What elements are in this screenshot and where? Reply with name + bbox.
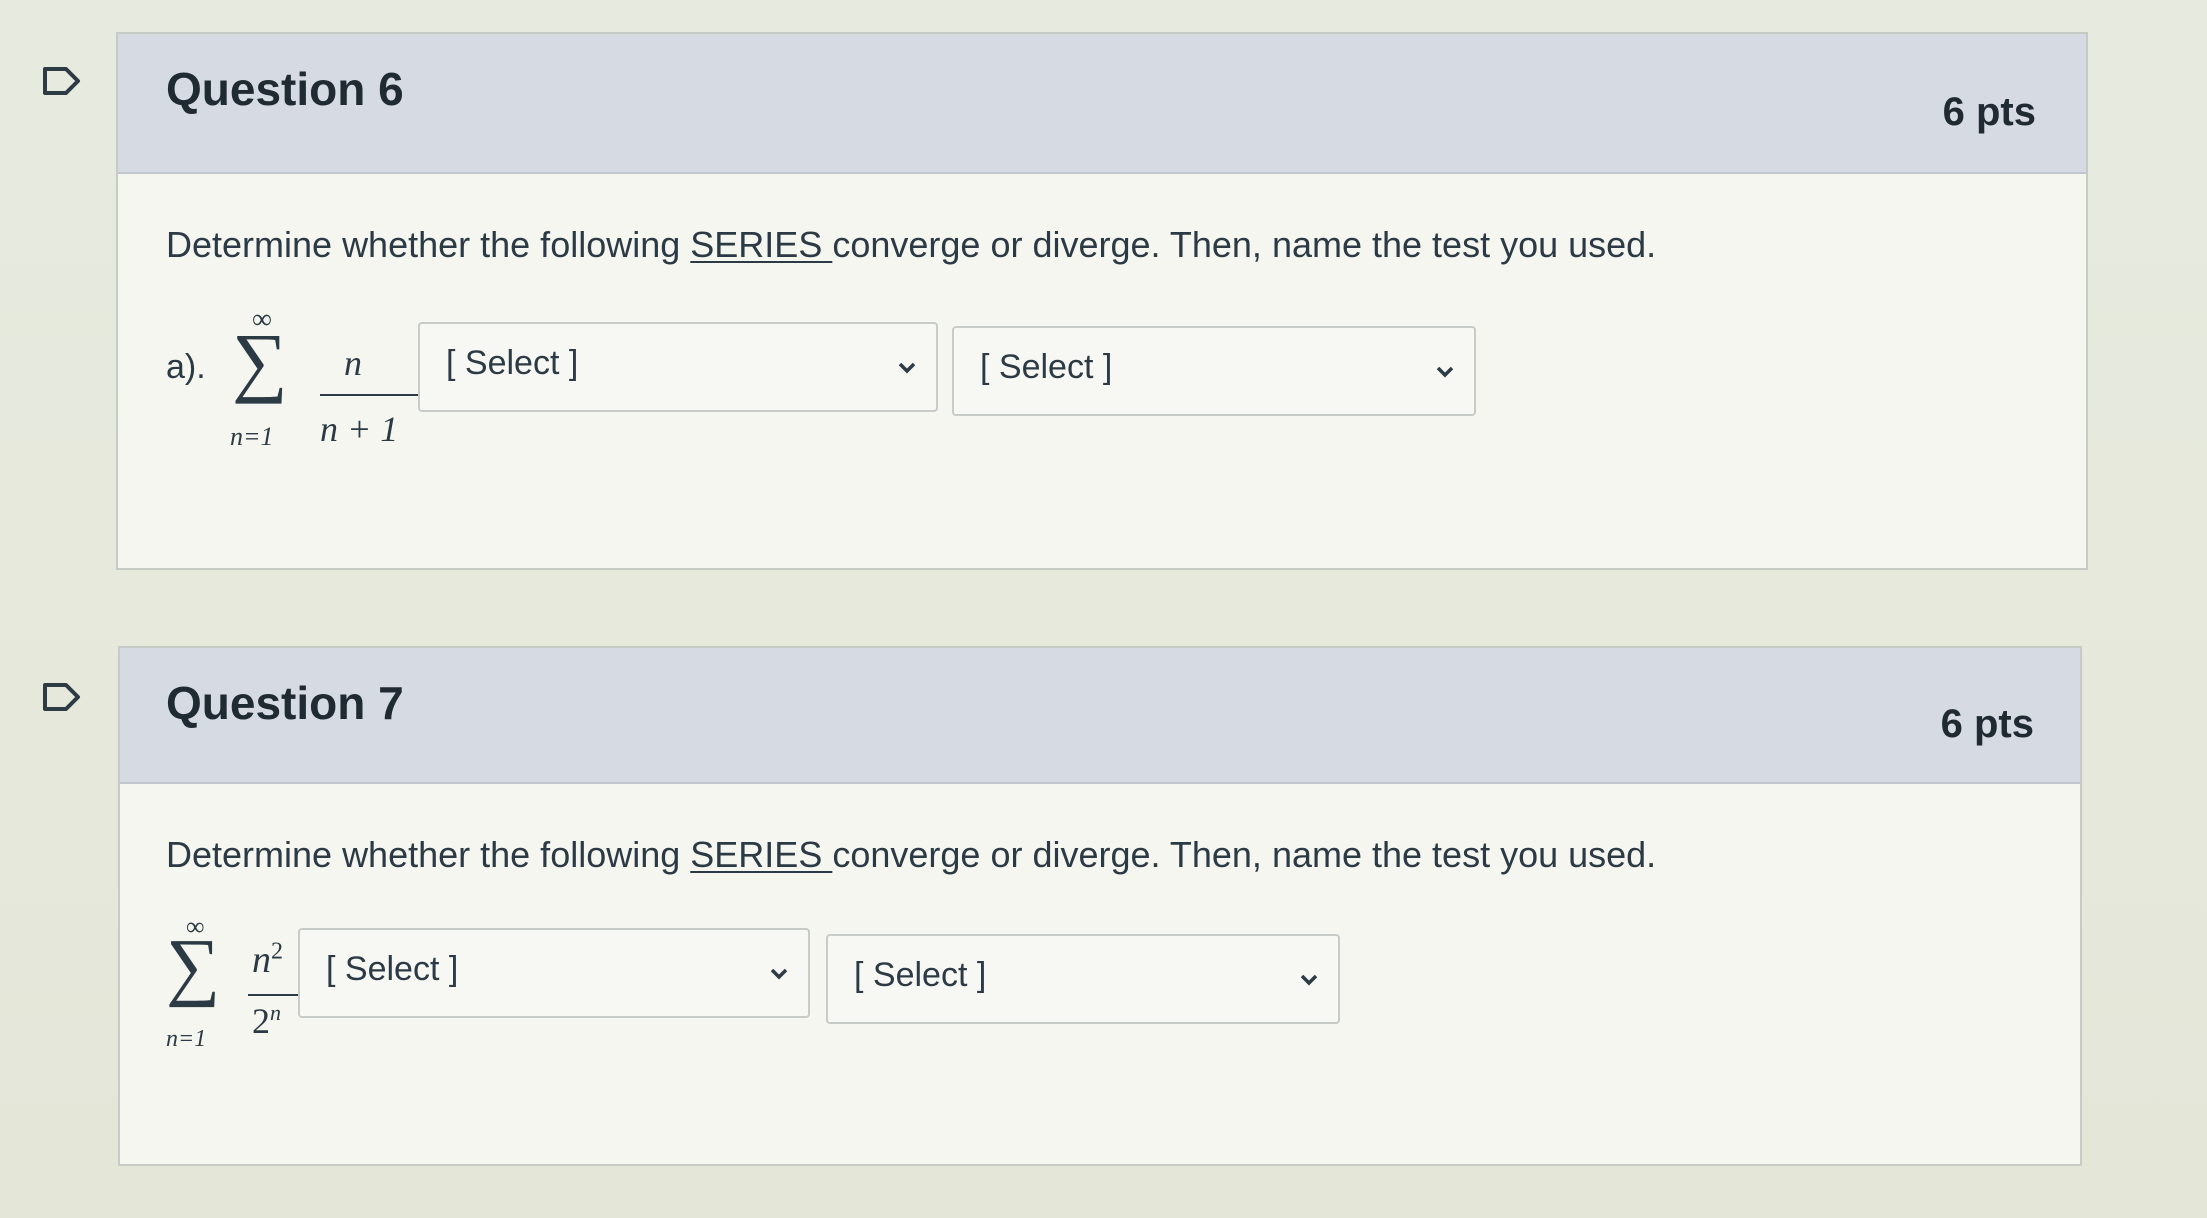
convergence-dropdown[interactable]: [ Select ] bbox=[298, 928, 810, 1018]
dropdown-value: [ Select ] bbox=[980, 348, 1113, 386]
flag-question-icon[interactable] bbox=[42, 66, 82, 96]
question-7-header: Question 7 6 pts bbox=[120, 648, 2080, 784]
question-points: 6 pts bbox=[1940, 702, 2034, 746]
series-emphasis: SERIES bbox=[690, 224, 833, 265]
lower-limit: n=1 bbox=[166, 1026, 207, 1052]
fraction-denominator: n + 1 bbox=[320, 409, 399, 449]
denominator: 2n bbox=[252, 1000, 281, 1041]
question-6-header: Question 6 6 pts bbox=[118, 34, 2086, 174]
dropdown-value: [ Select ] bbox=[326, 950, 459, 988]
test-used-dropdown[interactable]: [ Select ] bbox=[952, 326, 1476, 416]
series-emphasis: SERIES bbox=[690, 834, 833, 875]
dropdown-value: [ Select ] bbox=[854, 956, 987, 994]
sum-symbol: ∑ bbox=[166, 924, 221, 1008]
question-7-card: Question 7 6 pts Determine whether the f… bbox=[118, 646, 2082, 1166]
question-title: Question 6 bbox=[166, 63, 404, 115]
test-used-dropdown[interactable]: [ Select ] bbox=[826, 934, 1340, 1024]
series-formula: ∞ ∑ n=1 n n + 1 bbox=[222, 304, 426, 474]
convergence-dropdown[interactable]: [ Select ] bbox=[418, 322, 938, 412]
question-title: Question 7 bbox=[166, 677, 404, 729]
chevron-down-icon bbox=[898, 362, 916, 374]
chevron-down-icon bbox=[1436, 366, 1454, 378]
question-points: 6 pts bbox=[1942, 90, 2036, 134]
question-prompt: Determine whether the following SERIES c… bbox=[166, 834, 1657, 875]
flag-question-icon[interactable] bbox=[42, 682, 82, 712]
question-6-card: Question 6 6 pts Determine whether the f… bbox=[116, 32, 2088, 570]
fraction-numerator: n bbox=[344, 343, 362, 383]
dropdown-value: [ Select ] bbox=[446, 344, 579, 382]
lower-limit: n=1 bbox=[230, 422, 274, 451]
numerator: n2 bbox=[252, 938, 283, 981]
sum-symbol: ∑ bbox=[232, 317, 288, 404]
part-label: a). bbox=[166, 348, 206, 386]
fraction-bar bbox=[320, 394, 426, 396]
chevron-down-icon bbox=[1300, 974, 1318, 986]
chevron-down-icon bbox=[770, 968, 788, 980]
question-prompt: Determine whether the following SERIES c… bbox=[166, 224, 1657, 265]
